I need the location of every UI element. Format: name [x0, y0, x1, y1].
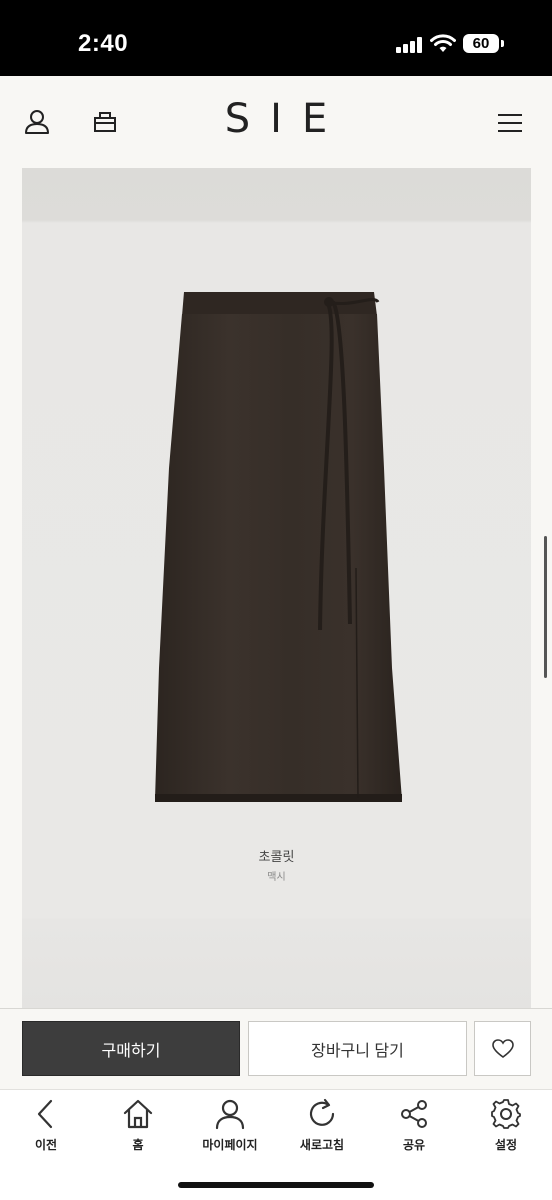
battery-icon: 60 [463, 34, 499, 53]
gear-icon [491, 1099, 521, 1129]
nav-share[interactable]: 공유 [368, 1098, 460, 1168]
nav-back[interactable]: 이전 [0, 1098, 92, 1168]
heart-icon [491, 1038, 514, 1058]
nav-refresh-label: 새로고침 [299, 1138, 345, 1152]
brand-logo[interactable]: SIE [0, 96, 552, 142]
nav-mypage-label: 마이페이지 [202, 1138, 258, 1152]
user-icon [215, 1099, 245, 1130]
battery-tip [501, 40, 504, 47]
add-to-cart-button[interactable]: 장바구니 담기 [248, 1021, 467, 1076]
scrollbar[interactable] [544, 536, 547, 678]
share-icon [401, 1100, 427, 1128]
action-bar: 구매하기 장바구니 담기 [0, 1008, 552, 1089]
screen: 2:40 60 SIE 초콜릿 맥시 구매하기 장바구니 담기 이전 홈 마이페… [0, 0, 552, 1200]
status-time: 2:40 [78, 30, 129, 57]
nav-mypage[interactable]: 마이페이지 [184, 1098, 276, 1168]
product-image[interactable]: 초콜릿 맥시 [22, 168, 531, 1008]
buy-button[interactable]: 구매하기 [22, 1021, 240, 1076]
nav-settings[interactable]: 설정 [460, 1098, 552, 1168]
home-indicator[interactable] [178, 1182, 374, 1188]
nav-share-label: 공유 [402, 1138, 426, 1152]
wishlist-button[interactable] [474, 1021, 531, 1076]
refresh-icon [309, 1098, 335, 1126]
nav-home[interactable]: 홈 [92, 1098, 184, 1168]
product-color-name: 초콜릿 [258, 849, 295, 864]
back-icon [37, 1099, 53, 1129]
product-length-label: 맥시 [267, 872, 286, 883]
nav-refresh[interactable]: 새로고침 [276, 1098, 368, 1168]
home-icon [123, 1099, 153, 1129]
signal-icon [396, 37, 424, 53]
nav-home-label: 홈 [132, 1138, 144, 1152]
app-header: SIE [0, 76, 552, 168]
status-bar: 2:40 60 [0, 0, 552, 76]
nav-settings-label: 설정 [494, 1138, 518, 1152]
wifi-icon [430, 34, 456, 52]
menu-icon[interactable] [498, 113, 522, 133]
nav-back-label: 이전 [34, 1138, 58, 1152]
